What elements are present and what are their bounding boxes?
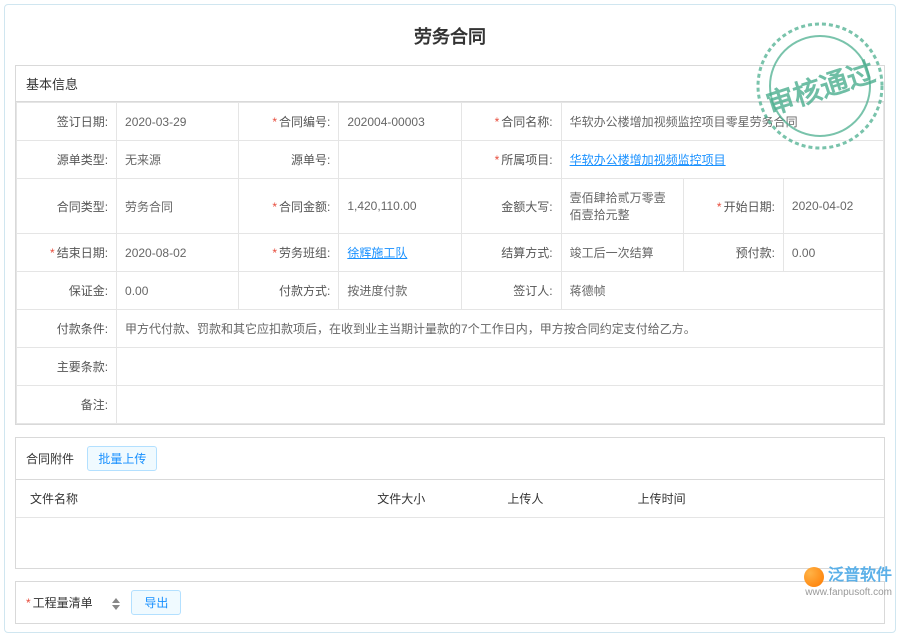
quantity-list-title: 工程量清单 bbox=[33, 596, 93, 610]
col-uploader: 上传人 bbox=[493, 480, 623, 518]
value-start-date: 2020-04-02 bbox=[783, 179, 883, 234]
page-title: 劳务合同 bbox=[15, 13, 885, 65]
label-amount-upper: 金额大写: bbox=[461, 179, 561, 234]
value-sign-date: 2020-03-29 bbox=[117, 103, 239, 141]
value-contract-name: 华软办公楼增加视频监控项目零星劳务合同 bbox=[561, 103, 883, 141]
value-end-date: 2020-08-02 bbox=[117, 234, 239, 272]
quantity-list-section: *工程量清单 导出 bbox=[15, 581, 885, 624]
value-signer: 蒋德帧 bbox=[561, 272, 883, 310]
basic-info-table: 签订日期: 2020-03-29 *合同编号: 202004-00003 *合同… bbox=[16, 102, 884, 424]
label-pay-method: 付款方式: bbox=[239, 272, 339, 310]
value-source-no bbox=[339, 141, 461, 179]
label-contract-no: *合同编号: bbox=[239, 103, 339, 141]
label-labor-team: *劳务班组: bbox=[239, 234, 339, 272]
label-main-terms: 主要条款: bbox=[17, 348, 117, 386]
value-pay-method: 按进度付款 bbox=[339, 272, 461, 310]
brand-logo: 泛普软件 www.fanpusoft.com bbox=[804, 561, 892, 598]
label-pay-terms: 付款条件: bbox=[17, 310, 117, 348]
value-deposit: 0.00 bbox=[117, 272, 239, 310]
label-end-date: *结束日期: bbox=[17, 234, 117, 272]
attachments-table: 文件名称 文件大小 上传人 上传时间 bbox=[16, 480, 884, 568]
label-settle-method: 结算方式: bbox=[461, 234, 561, 272]
label-sign-date: 签订日期: bbox=[17, 103, 117, 141]
value-remark bbox=[117, 386, 884, 424]
project-link[interactable]: 华软办公楼增加视频监控项目 bbox=[570, 153, 726, 167]
table-row bbox=[16, 518, 884, 569]
col-uploadtime: 上传时间 bbox=[624, 480, 884, 518]
attachments-section: 合同附件 批量上传 文件名称 文件大小 上传人 上传时间 bbox=[15, 437, 885, 569]
brand-url: www.fanpusoft.com bbox=[804, 587, 892, 598]
value-amount-upper: 壹佰肆拾贰万零壹佰壹拾元整 bbox=[561, 179, 683, 234]
label-project: *所属项目: bbox=[461, 141, 561, 179]
batch-upload-button[interactable]: 批量上传 bbox=[87, 446, 157, 471]
value-contract-no: 202004-00003 bbox=[339, 103, 461, 141]
basic-info-header: 基本信息 bbox=[16, 66, 884, 102]
export-button[interactable]: 导出 bbox=[131, 590, 181, 615]
value-contract-type: 劳务合同 bbox=[117, 179, 239, 234]
labor-team-link[interactable]: 徐辉施工队 bbox=[347, 246, 407, 260]
label-contract-name: *合同名称: bbox=[461, 103, 561, 141]
label-source-no: 源单号: bbox=[239, 141, 339, 179]
value-amount: 1,420,110.00 bbox=[339, 179, 461, 234]
label-amount: *合同金额: bbox=[239, 179, 339, 234]
label-remark: 备注: bbox=[17, 386, 117, 424]
logo-icon bbox=[804, 567, 824, 587]
label-signer: 签订人: bbox=[461, 272, 561, 310]
value-pay-terms: 甲方代付款、罚款和其它应扣款项后，在收到业主当期计量款的7个工作日内，甲方按合同… bbox=[117, 310, 884, 348]
value-project: 华软办公楼增加视频监控项目 bbox=[561, 141, 883, 179]
label-prepay: 预付款: bbox=[683, 234, 783, 272]
attachments-title: 合同附件 bbox=[26, 452, 74, 466]
col-filename: 文件名称 bbox=[16, 480, 363, 518]
value-source-type: 无来源 bbox=[117, 141, 239, 179]
value-settle-method: 竣工后一次结算 bbox=[561, 234, 683, 272]
label-source-type: 源单类型: bbox=[17, 141, 117, 179]
label-deposit: 保证金: bbox=[17, 272, 117, 310]
attachments-header: 合同附件 批量上传 bbox=[16, 438, 884, 480]
label-contract-type: 合同类型: bbox=[17, 179, 117, 234]
label-start-date: *开始日期: bbox=[683, 179, 783, 234]
basic-info-section: 基本信息 签订日期: 2020-03-29 *合同编号: 202004-0000… bbox=[15, 65, 885, 425]
brand-name: 泛普软件 bbox=[828, 567, 892, 584]
col-filesize: 文件大小 bbox=[363, 480, 493, 518]
value-prepay: 0.00 bbox=[783, 234, 883, 272]
value-labor-team: 徐辉施工队 bbox=[339, 234, 461, 272]
value-main-terms bbox=[117, 348, 884, 386]
